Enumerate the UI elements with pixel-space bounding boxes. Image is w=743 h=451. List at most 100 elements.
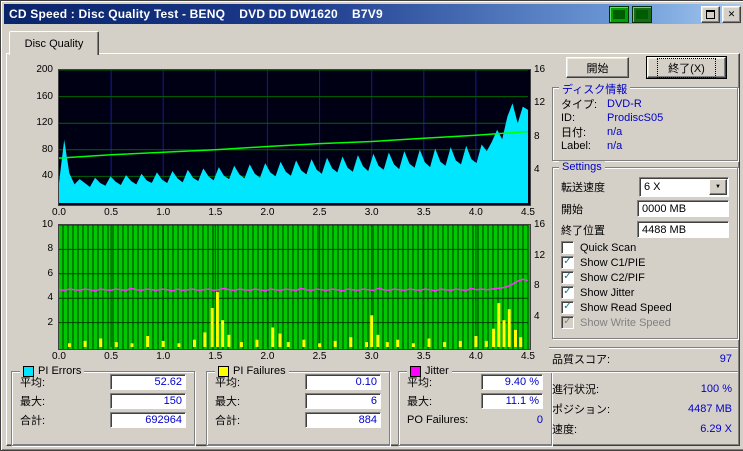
legend-label: PI Errors — [38, 365, 82, 377]
pif-plot-svg — [59, 225, 529, 347]
checkbox-label: Show Write Speed — [580, 316, 671, 329]
pie-left-axis: 200 160 120 80 40 — [27, 64, 55, 203]
checkbox-label: Quick Scan — [580, 241, 637, 254]
start-button-label: 開始 — [586, 62, 609, 75]
checkbox-label: Show Jitter — [580, 286, 635, 299]
pi-failure-bar — [474, 336, 478, 347]
chart-icon[interactable] — [609, 6, 629, 23]
axis-tick-label: 4.0 — [468, 351, 483, 362]
checkbox-box[interactable]: ✓ — [561, 301, 574, 314]
tab-disc-quality[interactable]: Disc Quality — [9, 31, 99, 55]
checkbox-show-write-speed: ✓ Show Write Speed — [553, 315, 737, 330]
pi-failure-bar — [271, 327, 275, 347]
pi-failure-bar — [99, 338, 103, 347]
chevron-down-icon[interactable]: ▼ — [709, 179, 727, 195]
pi-failures-swatch — [218, 365, 229, 377]
checkbox-box[interactable]: ✓ — [561, 271, 574, 284]
axis-tick-label: 1.5 — [208, 351, 223, 362]
pi-failures-chart — [58, 224, 531, 350]
disc-label-value: n/a — [607, 140, 623, 152]
progress-value: 100 % — [700, 383, 732, 395]
quality-score-row: 品質スコア: 97 — [552, 352, 732, 366]
row-label: 最大: — [20, 395, 46, 408]
axis-tick-label: 4.5 — [521, 207, 535, 218]
pif-right-axis: 16 12 8 4 — [531, 219, 553, 347]
axis-tick-label: 8 — [47, 243, 53, 255]
axis-tick-label: 4 — [47, 292, 53, 304]
quality-score-value: 97 — [719, 353, 732, 365]
disc-info-row: タイプ: DVD-R — [553, 97, 737, 111]
max-value: 150 — [110, 392, 186, 409]
axis-tick-label: 1.0 — [156, 207, 171, 218]
start-button[interactable]: 開始 — [566, 57, 629, 78]
maximize-button[interactable] — [701, 6, 720, 23]
checkbox-quick-scan[interactable]: Quick Scan — [553, 240, 737, 255]
disc-icon[interactable] — [632, 6, 652, 23]
checkbox-box[interactable]: ✓ — [561, 256, 574, 269]
axis-tick-label: 0.5 — [104, 207, 119, 218]
read-speed-line — [59, 130, 529, 159]
end-position-field[interactable]: 4488 MB — [637, 221, 729, 238]
disc-info-row: 日付: n/a — [553, 125, 737, 139]
axis-tick-label: 80 — [41, 143, 53, 155]
axis-tick-label: 120 — [36, 117, 53, 129]
axis-tick-label: 3.0 — [364, 207, 379, 218]
maximize-icon — [706, 10, 715, 19]
disc-icon-glyph — [636, 10, 648, 19]
jitter-legend: Jitter 平均: 9.40 % 最大: 11.1 % PO Failures: 0 — [398, 365, 552, 446]
pi-errors-chart — [58, 69, 531, 206]
pi-failure-bar — [146, 336, 150, 347]
checkbox-box[interactable] — [561, 241, 574, 254]
checkbox-show-read-speed[interactable]: ✓ Show Read Speed — [553, 300, 737, 315]
pie-right-axis: 16 12 8 4 — [531, 64, 553, 203]
checkbox-box[interactable]: ✓ — [561, 286, 574, 299]
pi-failure-bar — [203, 332, 207, 347]
checkbox-label: Show C2/PIF — [580, 271, 645, 284]
pi-failure-bar — [210, 308, 214, 347]
axis-tick-label: 0.0 — [52, 207, 66, 218]
close-button[interactable]: ✕ — [722, 6, 741, 23]
pi-failure-bar — [333, 340, 337, 347]
legend-title: PI Errors — [20, 365, 85, 377]
start-position-field[interactable]: 0000 MB — [637, 200, 729, 217]
axis-tick-label: 16 — [534, 64, 546, 75]
checkbox-label: Show C1/PIE — [580, 256, 646, 269]
axis-tick-label: 2.5 — [312, 207, 327, 218]
row-label: 最大: — [407, 395, 433, 408]
divider — [549, 371, 738, 373]
disc-info-row: ID: ProdiscS05 — [553, 111, 737, 125]
pi-failure-bar — [519, 337, 523, 347]
checkbox-show-jitter[interactable]: ✓ Show Jitter — [553, 285, 737, 300]
start-position-row: 開始 0000 MB — [553, 198, 737, 219]
pi-failure-bar — [161, 340, 165, 347]
row-label: 合計: — [20, 414, 46, 427]
pi-failure-bar — [427, 338, 431, 347]
avg-value: 9.40 % — [481, 373, 543, 390]
pi-failure-bar — [130, 343, 134, 347]
pi-failure-bar — [502, 320, 506, 347]
speed-row: 転送速度 6 X ▼ — [553, 176, 737, 198]
pi-failure-bar — [370, 315, 374, 347]
progress-row: 進行状況: 100 % — [552, 382, 732, 396]
pi-failure-bar — [215, 292, 219, 347]
pif-left-axis: 10 8 6 4 2 — [27, 219, 55, 347]
axis-tick-label: 3.0 — [364, 351, 379, 362]
checkbox-show-c2-pif[interactable]: ✓ Show C2/PIF — [553, 270, 737, 285]
pi-failure-bar — [443, 342, 447, 347]
axis-tick-label: 2.0 — [260, 351, 275, 362]
pi-failure-bar — [227, 334, 231, 347]
speed-select[interactable]: 6 X ▼ — [639, 177, 729, 197]
app-window: CD Speed : Disc Quality Test - BENQ DVD … — [0, 0, 743, 451]
row-label: PO Failures: — [407, 413, 469, 426]
pi-failure-bar — [376, 334, 380, 347]
pi-failure-bar — [67, 343, 71, 347]
exit-button[interactable]: 終了(X) — [646, 56, 727, 79]
pi-failure-bar — [302, 339, 306, 347]
checkbox-show-c1-pie[interactable]: ✓ Show C1/PIE — [553, 255, 737, 270]
axis-tick-label: 0.5 — [104, 351, 119, 362]
speed-label: 転送速度 — [561, 182, 605, 194]
avg-value: 52.62 — [110, 373, 186, 390]
legend-row: 最大: 11.1 % — [399, 391, 551, 410]
pi-failure-bar — [484, 340, 488, 347]
disc-info-title: ディスク情報 — [559, 81, 631, 97]
